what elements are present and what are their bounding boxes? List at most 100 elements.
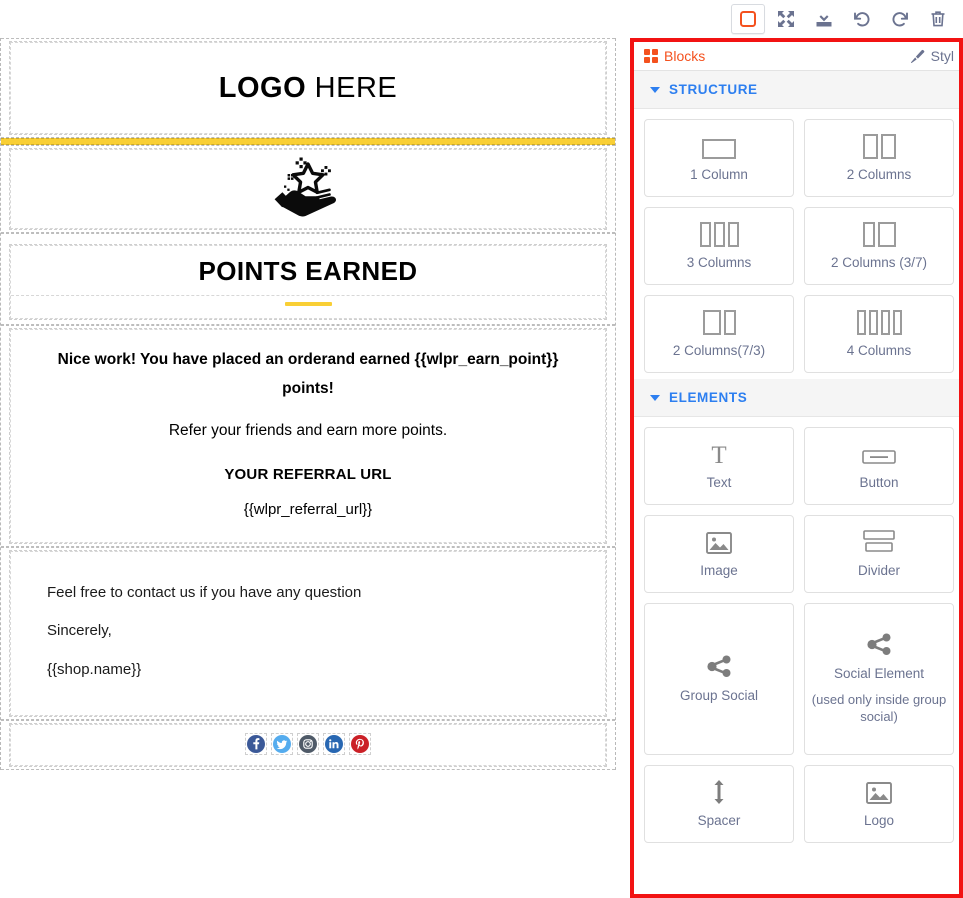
blocks-panel: Blocks Styl STRUCTURE [630, 38, 963, 898]
one-column-icon [702, 133, 736, 159]
redo-icon [890, 9, 910, 29]
block-spacer[interactable]: Spacer [644, 765, 794, 843]
linkedin-icon [325, 735, 343, 753]
brush-icon [910, 49, 925, 64]
section-header-elements[interactable]: ELEMENTS [634, 379, 963, 417]
group-social-block[interactable] [10, 724, 606, 766]
download-button[interactable] [807, 4, 841, 34]
undo-icon [852, 9, 872, 29]
contact-text-block[interactable]: Feel free to contact us if you have any … [10, 551, 606, 716]
expand-arrows-icon [776, 9, 796, 29]
section-title-structure: STRUCTURE [669, 82, 758, 97]
square-outline-icon [739, 10, 757, 28]
heading-separator-wrap[interactable] [11, 295, 605, 318]
block-logo[interactable]: Logo [804, 765, 954, 843]
email-cell[interactable]: LOGO HERE [9, 41, 607, 135]
block-label: Spacer [698, 813, 741, 830]
email-cell[interactable]: Feel free to contact us if you have any … [9, 550, 607, 717]
trash-icon [928, 9, 948, 29]
social-link-facebook[interactable] [245, 733, 267, 755]
email-row-heading[interactable]: POINTS EARNED [1, 233, 615, 325]
body-normal-text: Refer your friends and earn more points. [25, 405, 591, 450]
contact-line: {{shop.name}} [47, 651, 569, 689]
button-icon [862, 441, 896, 467]
social-link-instagram[interactable] [297, 733, 319, 755]
section-header-structure[interactable]: STRUCTURE [634, 71, 963, 109]
tab-blocks[interactable]: Blocks [644, 48, 705, 64]
chevron-down-icon [650, 395, 660, 401]
four-columns-icon [857, 309, 902, 335]
fullscreen-button[interactable] [769, 4, 803, 34]
block-text[interactable]: T Text [644, 427, 794, 505]
block-2-columns-3-7[interactable]: 2 Columns (3/7) [804, 207, 954, 285]
contact-line: Sincerely, [47, 612, 569, 650]
block-3-columns[interactable]: 3 Columns [644, 207, 794, 285]
social-link-linkedin[interactable] [323, 733, 345, 755]
facebook-icon [247, 735, 265, 753]
grid-icon [644, 49, 658, 63]
contact-line: Feel free to contact us if you have any … [47, 574, 569, 612]
tab-styles-label: Styl [931, 48, 954, 64]
tab-styles[interactable]: Styl [910, 48, 954, 64]
block-social-element[interactable]: Social Element (used only inside group s… [804, 603, 954, 755]
logo-block[interactable]: LOGO HERE [10, 42, 606, 134]
social-link-twitter[interactable] [271, 733, 293, 755]
block-2-columns[interactable]: 2 Columns [804, 119, 954, 197]
undo-button[interactable] [845, 4, 879, 34]
pinterest-icon [351, 735, 369, 753]
preview-toggle-button[interactable] [731, 4, 765, 34]
yellow-divider[interactable] [1, 138, 615, 145]
chevron-down-icon [650, 87, 660, 93]
heading-block[interactable]: POINTS EARNED [10, 245, 606, 319]
two-columns-73-icon [703, 309, 736, 335]
block-button[interactable]: Button [804, 427, 954, 505]
logo-text: LOGO HERE [219, 74, 398, 103]
block-2-columns-7-3[interactable]: 2 Columns(7/3) [644, 295, 794, 373]
block-label: Group Social [680, 688, 758, 705]
email-row-body[interactable]: Nice work! You have placed an orderand e… [1, 325, 615, 547]
email-cell[interactable] [9, 723, 607, 767]
block-label: 2 Columns (3/7) [831, 255, 927, 272]
block-label: 2 Columns [847, 167, 912, 184]
delete-button[interactable] [921, 4, 955, 34]
logo-bold: LOGO [219, 72, 306, 104]
divider-icon [863, 529, 895, 555]
image-icon [866, 779, 892, 805]
block-sublabel: (used only inside group social) [811, 691, 947, 726]
social-link-pinterest[interactable] [349, 733, 371, 755]
email-canvas: LOGO HERE [0, 38, 630, 898]
block-4-columns[interactable]: 4 Columns [804, 295, 954, 373]
block-group-social[interactable]: Group Social [644, 603, 794, 755]
email-cell[interactable] [9, 148, 607, 230]
hero-image-block[interactable] [10, 149, 606, 229]
block-1-column[interactable]: 1 Column [644, 119, 794, 197]
email-row-social[interactable] [1, 720, 615, 770]
download-icon [814, 9, 834, 29]
block-image[interactable]: Image [644, 515, 794, 593]
instagram-icon [299, 735, 317, 753]
email-row-contact[interactable]: Feel free to contact us if you have any … [1, 547, 615, 720]
referral-heading: YOUR REFERRAL URL [25, 450, 591, 487]
twitter-icon [273, 735, 291, 753]
email-row-hero[interactable] [1, 145, 615, 233]
email-cell[interactable]: POINTS EARNED [9, 244, 607, 320]
top-toolbar [0, 0, 963, 38]
image-icon [706, 529, 732, 555]
email-template: LOGO HERE [0, 38, 616, 770]
structure-blocks-grid: 1 Column 2 Columns 3 Columns [634, 109, 963, 379]
spacer-icon [709, 779, 729, 805]
email-row-logo[interactable]: LOGO HERE [1, 38, 615, 138]
block-label: 4 Columns [847, 343, 912, 360]
svg-text:T: T [711, 442, 726, 467]
redo-button[interactable] [883, 4, 917, 34]
email-cell[interactable]: Nice work! You have placed an orderand e… [9, 328, 607, 544]
block-label: Social Element [834, 666, 924, 683]
block-divider[interactable]: Divider [804, 515, 954, 593]
body-text-block[interactable]: Nice work! You have placed an orderand e… [10, 329, 606, 543]
block-label: Button [859, 475, 898, 492]
two-columns-icon [863, 133, 896, 159]
block-label: 3 Columns [687, 255, 752, 272]
body-bold-text: Nice work! You have placed an orderand e… [25, 344, 591, 405]
three-columns-icon [700, 221, 739, 247]
block-label: Divider [858, 563, 900, 580]
